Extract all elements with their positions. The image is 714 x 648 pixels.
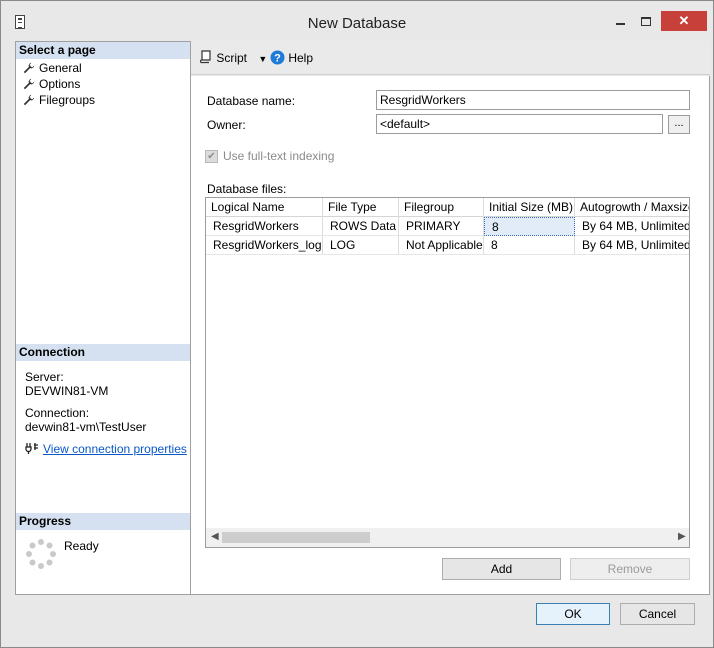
browse-owner-button[interactable]: ... — [668, 115, 690, 134]
cancel-button[interactable]: Cancel — [620, 603, 695, 625]
column-header[interactable]: Filegroup — [399, 198, 484, 217]
fulltext-label: Use full-text indexing — [223, 149, 335, 163]
database-files-grid[interactable]: Logical Name File Type Filegroup Initial… — [205, 197, 690, 548]
database-name-label: Database name: — [207, 94, 296, 108]
cell-logical-name[interactable]: ResgridWorkers — [206, 217, 323, 236]
add-button[interactable]: Add — [442, 558, 561, 580]
connection-label: Connection: — [25, 406, 90, 420]
ok-button[interactable]: OK — [536, 603, 610, 625]
minimize-button[interactable] — [607, 11, 633, 31]
column-header[interactable]: Logical Name — [206, 198, 323, 217]
page-item-general[interactable]: General — [23, 60, 82, 76]
view-connection-properties[interactable]: View connection properties — [25, 442, 187, 458]
table-row[interactable]: ResgridWorkers ROWS Data PRIMARY 8 By 64… — [206, 217, 689, 236]
wrench-icon — [23, 78, 35, 90]
table-row[interactable]: ResgridWorkers_log LOG Not Applicable 8 … — [206, 236, 689, 255]
server-label: Server: — [25, 370, 64, 384]
cell-file-type[interactable]: LOG — [323, 236, 399, 255]
remove-button[interactable]: Remove — [570, 558, 690, 580]
scroll-left-icon[interactable]: ◀ — [211, 531, 219, 542]
wrench-icon — [23, 94, 35, 106]
server-value: DEVWIN81-VM — [25, 384, 109, 398]
page-label-filegroups: Filegroups — [39, 93, 96, 107]
database-files-label: Database files: — [207, 182, 287, 196]
minimize-icon — [615, 22, 625, 25]
page-item-filegroups[interactable]: Filegroups — [23, 92, 95, 108]
help-icon: ? — [270, 50, 285, 65]
progress-spinner-icon — [26, 539, 56, 569]
column-header[interactable]: Initial Size (MB) — [484, 198, 575, 217]
page-item-options[interactable]: Options — [23, 76, 80, 92]
svg-text:?: ? — [274, 53, 281, 65]
cell-filegroup[interactable]: PRIMARY — [399, 217, 484, 236]
scrollbar-thumb[interactable] — [222, 532, 370, 543]
help-button[interactable]: ? Help — [270, 50, 313, 66]
general-page-content: Database name: ResgridWorkers Owner: <de… — [191, 76, 710, 595]
column-header[interactable]: Autogrowth / Maxsize — [575, 198, 689, 217]
fulltext-checkbox[interactable]: ✔ — [205, 150, 218, 163]
cell-filegroup[interactable]: Not Applicable — [399, 236, 484, 255]
close-button[interactable]: ✕ — [661, 11, 707, 31]
owner-label: Owner: — [207, 118, 246, 132]
select-page-header: Select a page — [16, 42, 190, 59]
help-label: Help — [288, 51, 314, 65]
maximize-icon — [641, 17, 651, 27]
page-label-general: General — [39, 61, 82, 75]
progress-status: Ready — [64, 539, 99, 553]
plug-icon — [25, 443, 38, 454]
owner-input[interactable]: <default> — [376, 114, 663, 134]
view-connection-properties-link[interactable]: View connection properties — [43, 442, 187, 456]
cell-file-type[interactable]: ROWS Data — [323, 217, 399, 236]
close-icon: ✕ — [678, 13, 690, 28]
title-bar[interactable]: New Database ✕ — [1, 1, 713, 39]
new-database-window: New Database ✕ Select a page General Opt… — [0, 0, 714, 648]
wrench-icon — [23, 62, 35, 74]
horizontal-scrollbar[interactable]: ◀ ▶ — [206, 528, 689, 547]
cell-autogrowth[interactable]: By 64 MB, Unlimited — [575, 236, 689, 255]
cell-logical-name[interactable]: ResgridWorkers_log — [206, 236, 323, 255]
maximize-button[interactable] — [633, 11, 659, 31]
grid-header-row: Logical Name File Type Filegroup Initial… — [206, 198, 689, 217]
toolbar: Script ▼ ? Help — [191, 41, 710, 75]
scroll-right-icon[interactable]: ▶ — [678, 531, 686, 542]
cell-initial-size[interactable]: 8 — [484, 236, 575, 255]
column-header[interactable]: File Type — [323, 198, 399, 217]
script-dropdown-icon[interactable]: ▼ — [258, 54, 267, 64]
cell-initial-size[interactable]: 8 — [484, 217, 575, 236]
connection-value: devwin81-vm\TestUser — [25, 420, 147, 434]
script-label: Script — [216, 51, 248, 65]
left-pane: Select a page General Options Filegroups… — [15, 41, 191, 595]
script-icon — [199, 50, 211, 64]
connection-header: Connection — [16, 344, 190, 361]
progress-header: Progress — [16, 513, 190, 530]
database-name-input[interactable]: ResgridWorkers — [376, 90, 690, 110]
script-button[interactable]: Script ▼ — [199, 50, 267, 66]
cell-autogrowth[interactable]: By 64 MB, Unlimited — [575, 217, 689, 236]
page-label-options: Options — [39, 77, 81, 91]
